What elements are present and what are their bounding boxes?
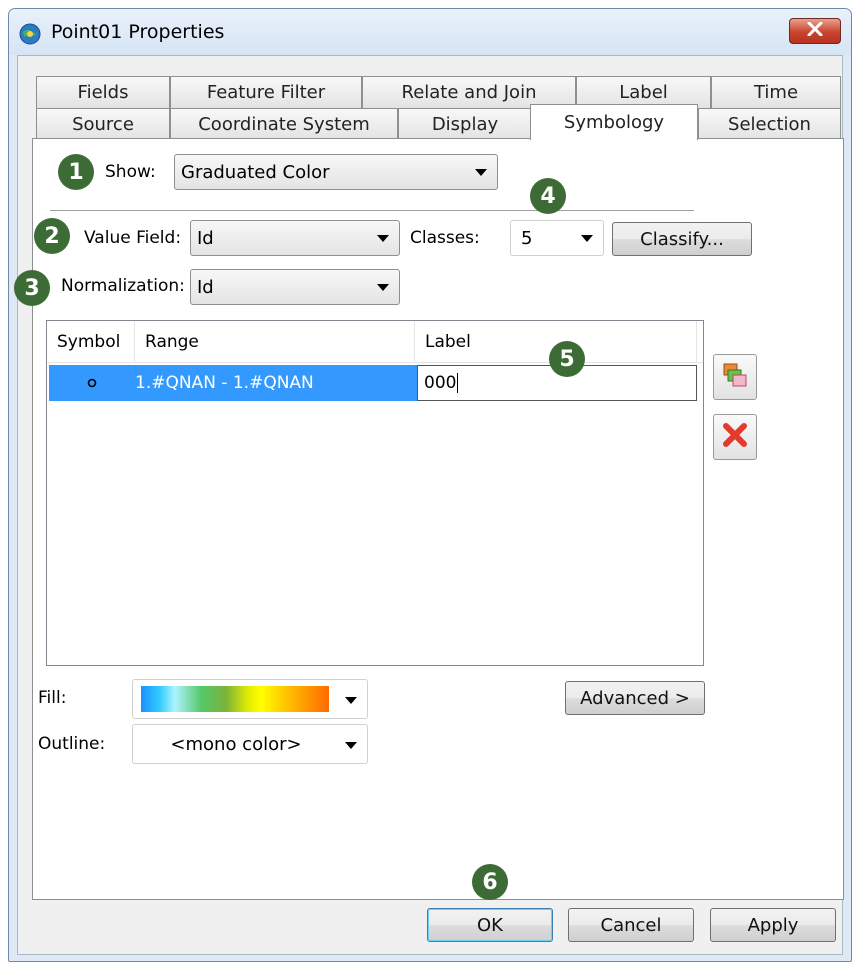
apply-button[interactable]: Apply xyxy=(710,908,836,942)
tab-feature-filter[interactable]: Feature Filter xyxy=(170,76,362,108)
normalization-label: Normalization: xyxy=(61,276,185,296)
step-badge-3: 3 xyxy=(14,270,50,306)
close-icon xyxy=(807,21,823,41)
value-field-label: Value Field: xyxy=(84,228,182,248)
text-caret xyxy=(457,373,459,393)
outline-label: Outline: xyxy=(38,734,106,754)
chevron-down-icon xyxy=(345,742,357,749)
classes-dropdown[interactable]: 5 xyxy=(510,220,604,256)
grid-header: Symbol Range Label xyxy=(47,321,703,363)
fill-label: Fill: xyxy=(38,688,67,708)
value-field-dropdown[interactable]: Id xyxy=(190,220,400,256)
step-badge-6: 6 xyxy=(472,864,508,900)
classify-button[interactable]: Classify... xyxy=(612,222,752,256)
column-header-range[interactable]: Range xyxy=(135,321,415,363)
show-dropdown[interactable]: Graduated Color xyxy=(174,154,498,190)
tab-time[interactable]: Time xyxy=(711,76,841,108)
step-badge-4: 4 xyxy=(530,178,566,214)
normalization-dropdown[interactable]: Id xyxy=(190,269,400,305)
ok-button[interactable]: OK xyxy=(427,908,553,942)
close-button[interactable] xyxy=(789,18,841,44)
step-badge-1: 1 xyxy=(58,154,94,190)
window-title: Point01 Properties xyxy=(51,21,225,43)
table-row[interactable]: 1.#QNAN - 1.#QNAN 000 xyxy=(49,365,697,401)
delete-icon xyxy=(722,422,748,453)
chevron-down-icon xyxy=(475,169,487,176)
column-header-symbol[interactable]: Symbol xyxy=(47,321,135,363)
tab-coordinate-system[interactable]: Coordinate System xyxy=(170,108,398,140)
color-ramp-preview xyxy=(141,686,329,712)
tab-fields[interactable]: Fields xyxy=(36,76,170,108)
tab-display[interactable]: Display xyxy=(398,108,532,140)
chevron-down-icon xyxy=(581,235,593,242)
chevron-down-icon xyxy=(345,697,357,704)
delete-class-button[interactable] xyxy=(713,414,757,460)
normalization-value: Id xyxy=(197,276,214,298)
range-cell[interactable]: 1.#QNAN - 1.#QNAN xyxy=(135,365,415,401)
add-classes-icon xyxy=(722,362,748,393)
show-dropdown-value: Graduated Color xyxy=(181,161,330,183)
cancel-button[interactable]: Cancel xyxy=(568,908,694,942)
symbol-cell[interactable] xyxy=(49,365,135,401)
classes-value: 5 xyxy=(521,227,533,249)
fill-color-ramp-dropdown[interactable] xyxy=(132,679,368,719)
classes-grid[interactable]: Symbol Range Label 1.#QNAN - 1.#QNAN 000 xyxy=(46,320,704,666)
separator xyxy=(50,210,694,211)
outline-value: <mono color> xyxy=(170,733,302,755)
show-label: Show: xyxy=(105,162,156,182)
chevron-down-icon xyxy=(377,235,389,242)
step-badge-2: 2 xyxy=(34,218,70,254)
outline-dropdown[interactable]: <mono color> xyxy=(132,724,368,764)
tab-selection[interactable]: Selection xyxy=(698,108,841,140)
value-field-value: Id xyxy=(197,227,214,249)
label-cell-value: 000 xyxy=(424,373,457,393)
step-badge-5: 5 xyxy=(549,341,585,377)
classes-label: Classes: xyxy=(410,228,480,248)
tab-symbology[interactable]: Symbology xyxy=(530,104,698,140)
point-symbol-icon xyxy=(87,378,97,388)
advanced-button[interactable]: Advanced > xyxy=(565,681,705,715)
globe-app-icon xyxy=(19,23,41,45)
chevron-down-icon xyxy=(377,284,389,291)
tab-source[interactable]: Source xyxy=(36,108,170,140)
add-classes-button[interactable] xyxy=(713,354,757,400)
title-bar[interactable]: Point01 Properties xyxy=(9,9,851,55)
